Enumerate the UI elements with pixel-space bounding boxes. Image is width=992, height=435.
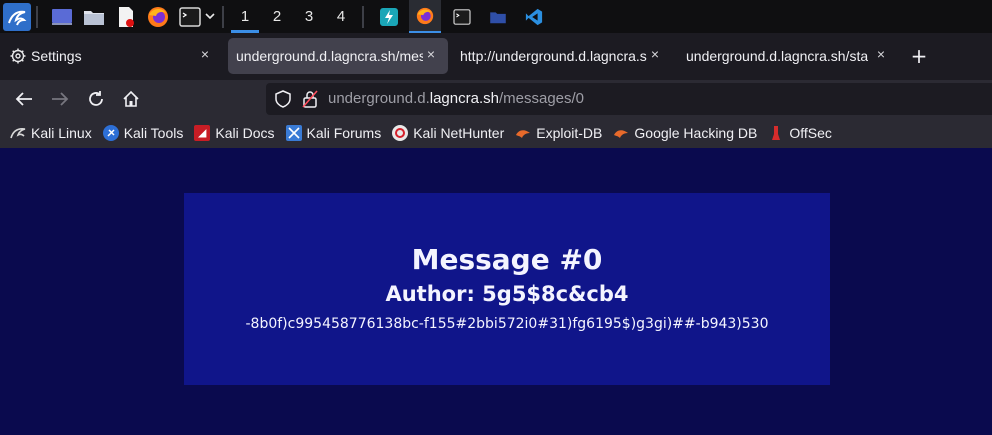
new-tab-button[interactable]: + bbox=[906, 44, 932, 68]
bookmark-kali-nethunter[interactable]: Kali NetHunter bbox=[392, 125, 504, 141]
close-tab-icon[interactable]: × bbox=[872, 46, 890, 62]
bookmark-kali-tools[interactable]: Kali Tools bbox=[102, 125, 184, 141]
kali-docs-icon: ◢ bbox=[194, 125, 211, 141]
bookmark-label: OffSec bbox=[789, 125, 832, 141]
bookmark-label: Kali NetHunter bbox=[413, 125, 505, 141]
workspace-4[interactable]: 4 bbox=[325, 0, 357, 33]
message-author: Author: 5g5$8c&cb4 bbox=[385, 282, 629, 306]
kali-forums-icon bbox=[285, 125, 302, 141]
firefox-icon[interactable] bbox=[145, 4, 171, 30]
back-button[interactable] bbox=[12, 87, 36, 111]
kali-dragon-icon bbox=[10, 125, 26, 141]
desktop-icon[interactable] bbox=[49, 4, 75, 30]
file-manager-icon[interactable] bbox=[81, 4, 107, 30]
kali-tools-icon bbox=[102, 125, 119, 141]
bookmark-kali-docs[interactable]: ◢ Kali Docs bbox=[194, 125, 275, 141]
taskbar: 1 2 3 4 bbox=[0, 0, 992, 33]
tab-settings[interactable]: Settings × bbox=[4, 38, 222, 74]
tab-http[interactable]: http://underground.d.lagncra.sh × bbox=[452, 38, 672, 74]
kali-menu-icon[interactable] bbox=[3, 2, 31, 31]
reload-button[interactable] bbox=[84, 87, 108, 111]
bookmark-label: Kali Forums bbox=[306, 125, 382, 141]
bookmark-label: Kali Tools bbox=[123, 125, 184, 141]
firefox-window-icon[interactable] bbox=[409, 0, 441, 33]
exploit-db-icon bbox=[515, 125, 531, 141]
vscode-window-icon[interactable] bbox=[519, 2, 549, 32]
close-tab-icon[interactable]: × bbox=[646, 46, 664, 62]
text-editor-icon[interactable] bbox=[113, 4, 139, 30]
bookmark-label: Kali Docs bbox=[215, 125, 275, 141]
folder-window-icon[interactable] bbox=[483, 2, 513, 32]
url-bar[interactable]: underground.d.lagncra.sh/messages/0 bbox=[266, 83, 992, 115]
url-path: /messages/0 bbox=[498, 90, 585, 107]
taskbar-separator bbox=[222, 5, 224, 28]
ghdb-icon bbox=[613, 125, 629, 141]
message-title: Message #0 bbox=[411, 243, 603, 276]
home-button[interactable] bbox=[119, 87, 143, 111]
tab-title: http://underground.d.lagncra.sh bbox=[460, 48, 647, 64]
close-tab-icon[interactable]: × bbox=[196, 46, 214, 62]
insecure-lock-icon[interactable] bbox=[302, 90, 318, 112]
tab-title: underground.d.lagncra.sh/sta bbox=[686, 48, 869, 64]
nethunter-icon bbox=[392, 125, 409, 141]
offsec-icon bbox=[768, 125, 784, 141]
bookmark-kali-forums[interactable]: Kali Forums bbox=[285, 125, 382, 141]
close-tab-icon[interactable]: × bbox=[422, 46, 440, 62]
bookmark-kali-linux[interactable]: Kali Linux bbox=[10, 125, 92, 141]
gear-icon bbox=[10, 48, 26, 64]
bookmark-google-hacking-db[interactable]: Google Hacking DB bbox=[613, 125, 757, 141]
terminal-window-icon[interactable] bbox=[447, 2, 477, 32]
message-card: Message #0 Author: 5g5$8c&cb4 -8b0f)c995… bbox=[184, 193, 830, 385]
message-body: -8b0f)c995458776138bc-f155#2bbi572i0#31)… bbox=[245, 316, 769, 332]
url-text[interactable]: underground.d.lagncra.sh/messages/0 bbox=[328, 90, 584, 107]
tab-title: underground.d.lagncra.sh/mess bbox=[236, 48, 423, 64]
taskbar-separator bbox=[362, 5, 364, 28]
bookmark-exploit-db[interactable]: Exploit-DB bbox=[515, 125, 602, 141]
bookmark-label: Google Hacking DB bbox=[634, 125, 758, 141]
shield-icon[interactable] bbox=[275, 90, 291, 112]
tab-static[interactable]: underground.d.lagncra.sh/sta × bbox=[678, 38, 898, 74]
forward-button[interactable] bbox=[48, 87, 72, 111]
app-bolt-icon[interactable] bbox=[375, 2, 403, 32]
bookmark-label: Kali Linux bbox=[31, 125, 92, 141]
terminal-icon[interactable] bbox=[177, 4, 203, 30]
workspace-1[interactable]: 1 bbox=[229, 0, 261, 33]
bookmark-label: Exploit-DB bbox=[536, 125, 603, 141]
chevron-down-icon[interactable] bbox=[203, 4, 217, 30]
workspace-2[interactable]: 2 bbox=[261, 0, 293, 33]
bookmark-offsec[interactable]: OffSec bbox=[768, 125, 832, 141]
taskbar-separator bbox=[36, 5, 38, 28]
url-host: lagncra.sh bbox=[429, 90, 499, 107]
workspace-3[interactable]: 3 bbox=[293, 0, 325, 33]
navigation-bar: underground.d.lagncra.sh/messages/0 bbox=[0, 80, 992, 118]
bookmarks-toolbar: Kali Linux Kali Tools ◢ Kali Docs Kali F… bbox=[0, 118, 992, 148]
page-content: Message #0 Author: 5g5$8c&cb4 -8b0f)c995… bbox=[0, 148, 992, 435]
tab-strip: Settings × underground.d.lagncra.sh/mess… bbox=[0, 33, 992, 80]
tab-messages[interactable]: underground.d.lagncra.sh/mess × bbox=[228, 38, 448, 74]
url-prefix: underground.d. bbox=[328, 90, 430, 107]
tab-title: Settings bbox=[31, 48, 82, 64]
